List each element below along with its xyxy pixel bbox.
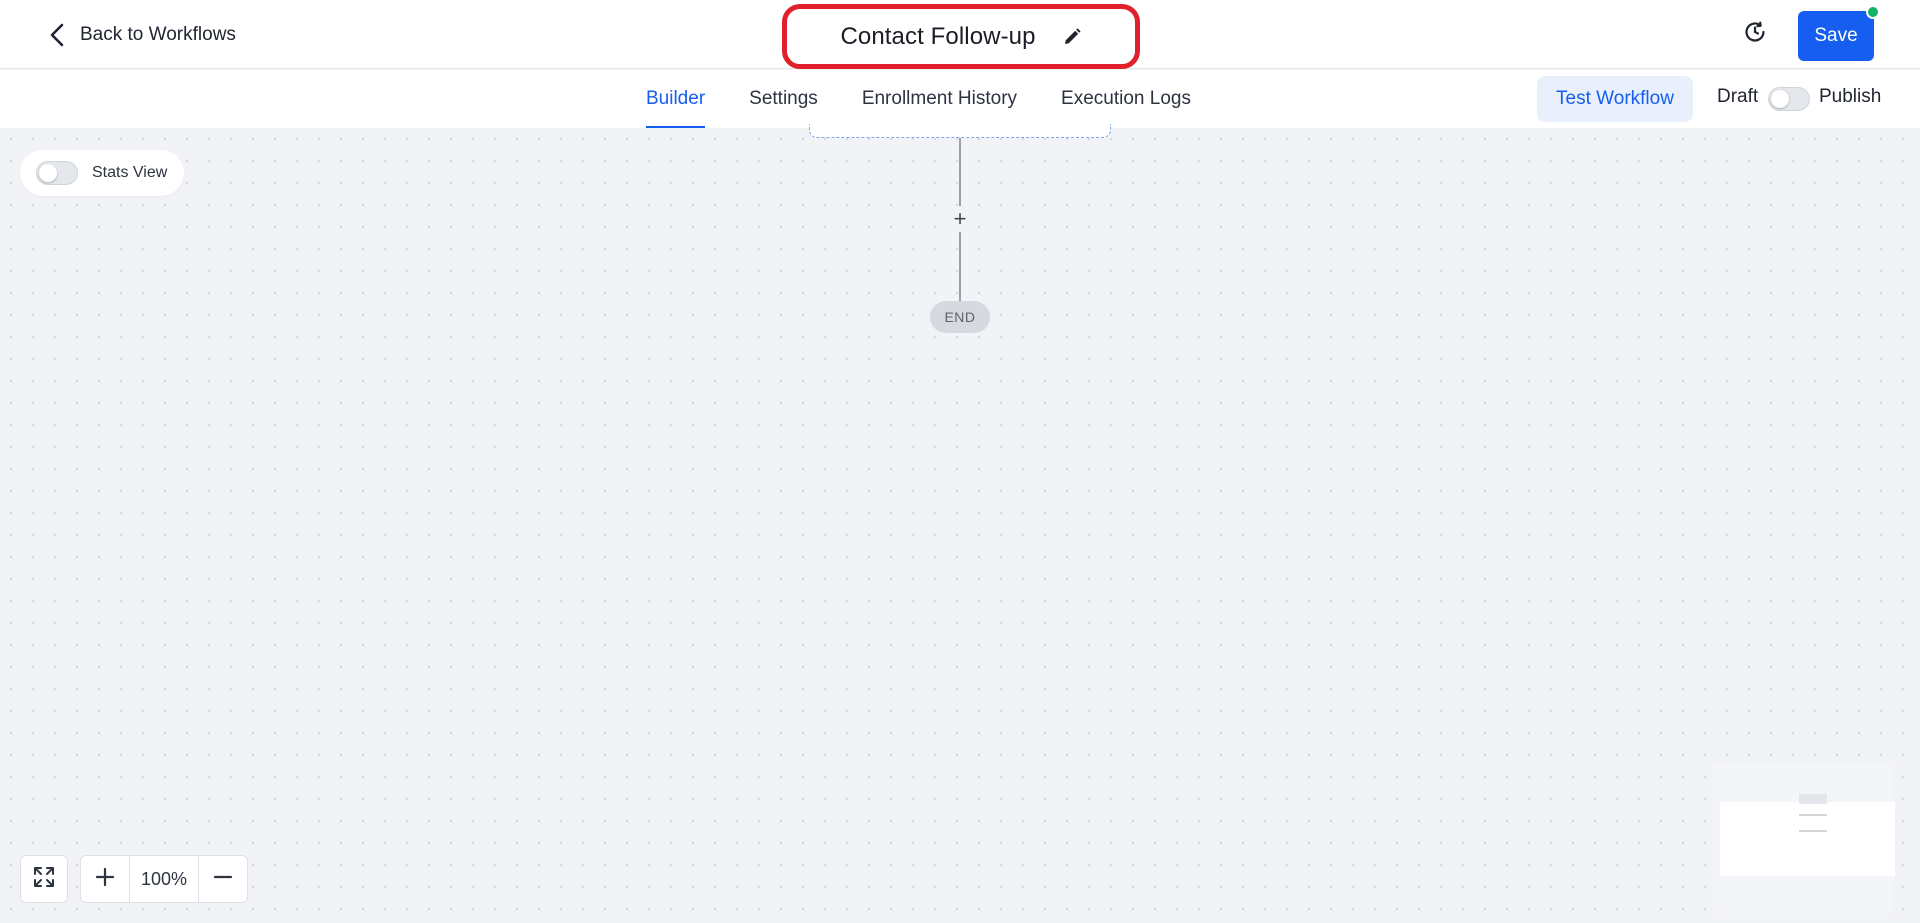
- stats-view-toggle[interactable]: [36, 161, 78, 185]
- draft-label: Draft: [1717, 86, 1759, 107]
- publish-toggle[interactable]: [1768, 87, 1810, 111]
- zoom-in-button[interactable]: [81, 856, 129, 902]
- test-workflow-button[interactable]: Test Workflow: [1537, 76, 1693, 122]
- minimap-node: [1799, 794, 1827, 804]
- end-node: END: [930, 301, 990, 333]
- tab-bar: Builder Settings Enrollment History Exec…: [0, 70, 1920, 128]
- tabs: Builder Settings Enrollment History Exec…: [646, 70, 1235, 128]
- minimap-node: [1799, 830, 1827, 832]
- zoom-level: 100%: [129, 856, 199, 902]
- status-dot: [1866, 5, 1880, 19]
- back-to-workflows-label: Back to Workflows: [80, 24, 236, 45]
- back-to-workflows-link[interactable]: Back to Workflows: [48, 20, 236, 50]
- pencil-icon[interactable]: [1062, 27, 1082, 47]
- tab-execution-logs[interactable]: Execution Logs: [1061, 70, 1191, 128]
- minimap-node: [1799, 814, 1827, 816]
- history-button[interactable]: [1740, 19, 1770, 49]
- top-bar: Back to Workflows Contact Follow-up Save: [0, 0, 1920, 69]
- publish-label: Publish: [1819, 86, 1882, 107]
- tab-enrollment-history[interactable]: Enrollment History: [862, 70, 1017, 128]
- connector-line: [959, 232, 961, 301]
- workflow-title-container: Contact Follow-up: [782, 4, 1140, 69]
- fit-screen-icon: [33, 866, 55, 893]
- stats-view-label: Stats View: [92, 164, 168, 181]
- connector-line: [959, 138, 961, 206]
- toggle-knob: [39, 164, 57, 182]
- save-button[interactable]: Save: [1798, 5, 1880, 61]
- workflow-canvas[interactable]: Stats View + END 100%: [0, 124, 1920, 923]
- minimap[interactable]: [1712, 764, 1895, 914]
- stats-view-control: Stats View: [20, 150, 184, 196]
- add-step-button[interactable]: +: [947, 206, 973, 232]
- history-clock-icon: [1743, 20, 1767, 49]
- trigger-node[interactable]: [809, 124, 1111, 138]
- chevron-left-icon: [48, 22, 66, 48]
- fit-view-button[interactable]: [20, 855, 68, 903]
- toggle-knob: [1771, 90, 1789, 108]
- tab-settings[interactable]: Settings: [749, 70, 818, 128]
- tab-builder[interactable]: Builder: [646, 70, 706, 128]
- zoom-controls: 100%: [80, 855, 248, 903]
- minus-icon: [213, 867, 233, 892]
- zoom-out-button[interactable]: [199, 856, 247, 902]
- plus-icon: [95, 867, 115, 892]
- workflow-title[interactable]: Contact Follow-up: [840, 23, 1035, 51]
- save-button-label: Save: [1814, 25, 1858, 46]
